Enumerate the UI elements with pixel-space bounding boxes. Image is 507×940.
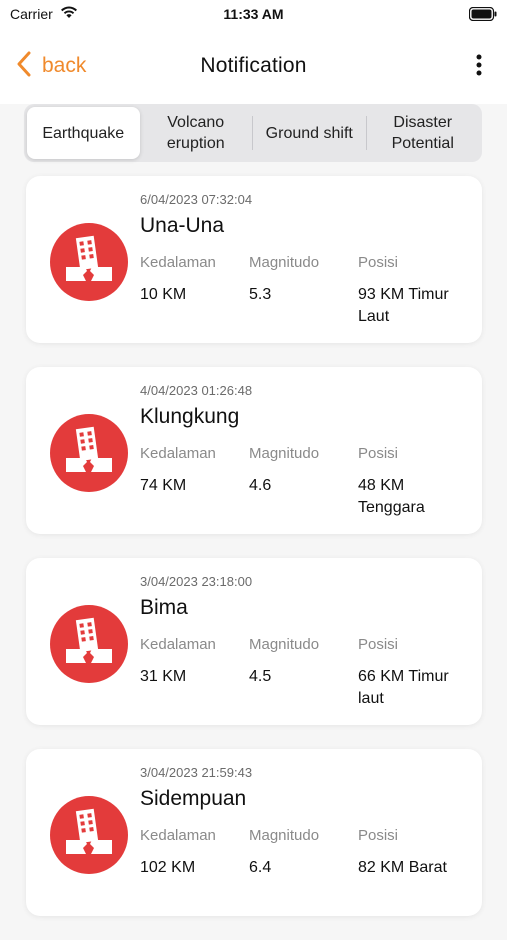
magnitude-label: Magnitudo [249, 445, 320, 462]
magnitude-value: 5.3 [249, 286, 272, 303]
notification-place: Bima [140, 596, 188, 619]
position-value: 82 KM Barat [358, 859, 447, 876]
depth-value: 74 KM [140, 477, 187, 494]
position-value: 66 KM Timur laut [358, 668, 449, 707]
depth-label: Kedalaman [140, 636, 216, 653]
depth-column: Kedalaman 10 KM [140, 254, 216, 306]
earthquake-building-icon [50, 605, 128, 683]
magnitude-column: Magnitudo 4.6 [249, 445, 319, 497]
tab-earthquake[interactable]: Earthquake [27, 107, 140, 159]
depth-label: Kedalaman [140, 254, 216, 271]
magnitude-label: Magnitudo [249, 254, 320, 271]
page-title: Notification [200, 54, 307, 77]
position-column: Posisi 93 KM Timur Laut [358, 254, 470, 328]
depth-value: 102 KM [140, 859, 196, 876]
status-time: 11:33 AM [223, 6, 284, 22]
position-label: Posisi [358, 445, 399, 462]
notification-date: 3/04/2023 23:18:00 [140, 574, 253, 589]
category-segmented-control: Earthquake Volcano eruption Ground shift… [24, 104, 482, 162]
position-column: Posisi 66 KM Timur laut [358, 636, 470, 710]
depth-value: 31 KM [140, 668, 187, 685]
position-label: Posisi [358, 254, 399, 271]
magnitude-label: Magnitudo [249, 827, 320, 844]
notification-list: 6/04/2023 07:32:04 Una-Una Kedalaman 10 … [26, 176, 482, 940]
magnitude-value: 6.4 [249, 859, 272, 876]
depth-column: Kedalaman 102 KM [140, 827, 216, 879]
position-value: 93 KM Timur Laut [358, 286, 449, 325]
depth-label: Kedalaman [140, 445, 216, 462]
depth-value: 10 KM [140, 286, 187, 303]
notification-card[interactable]: 4/04/2023 01:26:48 Klungkung Kedalaman 7… [26, 367, 482, 534]
magnitude-column: Magnitudo 4.5 [249, 636, 319, 688]
more-vertical-icon[interactable] [473, 52, 485, 80]
position-column: Posisi 48 KM Tenggara [358, 445, 470, 519]
notification-card[interactable]: 3/04/2023 23:18:00 Bima Kedalaman 31 KM … [26, 558, 482, 725]
status-bar: Carrier 11:33 AM [0, 0, 507, 28]
depth-label: Kedalaman [140, 827, 216, 844]
notification-place: Sidempuan [140, 787, 247, 810]
nav-bar: back Notification [0, 28, 507, 104]
tab-volcano-eruption[interactable]: Volcano eruption [140, 107, 253, 159]
notification-place: Klungkung [140, 405, 240, 428]
notification-place: Una-Una [140, 214, 225, 237]
magnitude-label: Magnitudo [249, 636, 320, 653]
position-label: Posisi [358, 636, 399, 653]
notification-card[interactable]: 6/04/2023 07:32:04 Una-Una Kedalaman 10 … [26, 176, 482, 343]
tab-disaster-potential[interactable]: Disaster Potential [367, 107, 480, 159]
earthquake-building-icon [50, 796, 128, 874]
notification-date: 6/04/2023 07:32:04 [140, 192, 253, 207]
magnitude-value: 4.6 [249, 477, 272, 494]
position-label: Posisi [358, 827, 399, 844]
earthquake-building-icon [50, 223, 128, 301]
depth-column: Kedalaman 31 KM [140, 636, 216, 688]
magnitude-value: 4.5 [249, 668, 272, 685]
earthquake-building-icon [50, 414, 128, 492]
notification-card[interactable]: 3/04/2023 21:59:43 Sidempuan Kedalaman 1… [26, 749, 482, 916]
notification-date: 3/04/2023 21:59:43 [140, 765, 253, 780]
notification-date: 4/04/2023 01:26:48 [140, 383, 253, 398]
tab-ground-shift[interactable]: Ground shift [253, 107, 366, 159]
position-column: Posisi 82 KM Barat [358, 827, 470, 879]
battery-icon [468, 6, 497, 26]
magnitude-column: Magnitudo 5.3 [249, 254, 319, 306]
magnitude-column: Magnitudo 6.4 [249, 827, 319, 879]
position-value: 48 KM Tenggara [358, 477, 425, 516]
depth-column: Kedalaman 74 KM [140, 445, 216, 497]
